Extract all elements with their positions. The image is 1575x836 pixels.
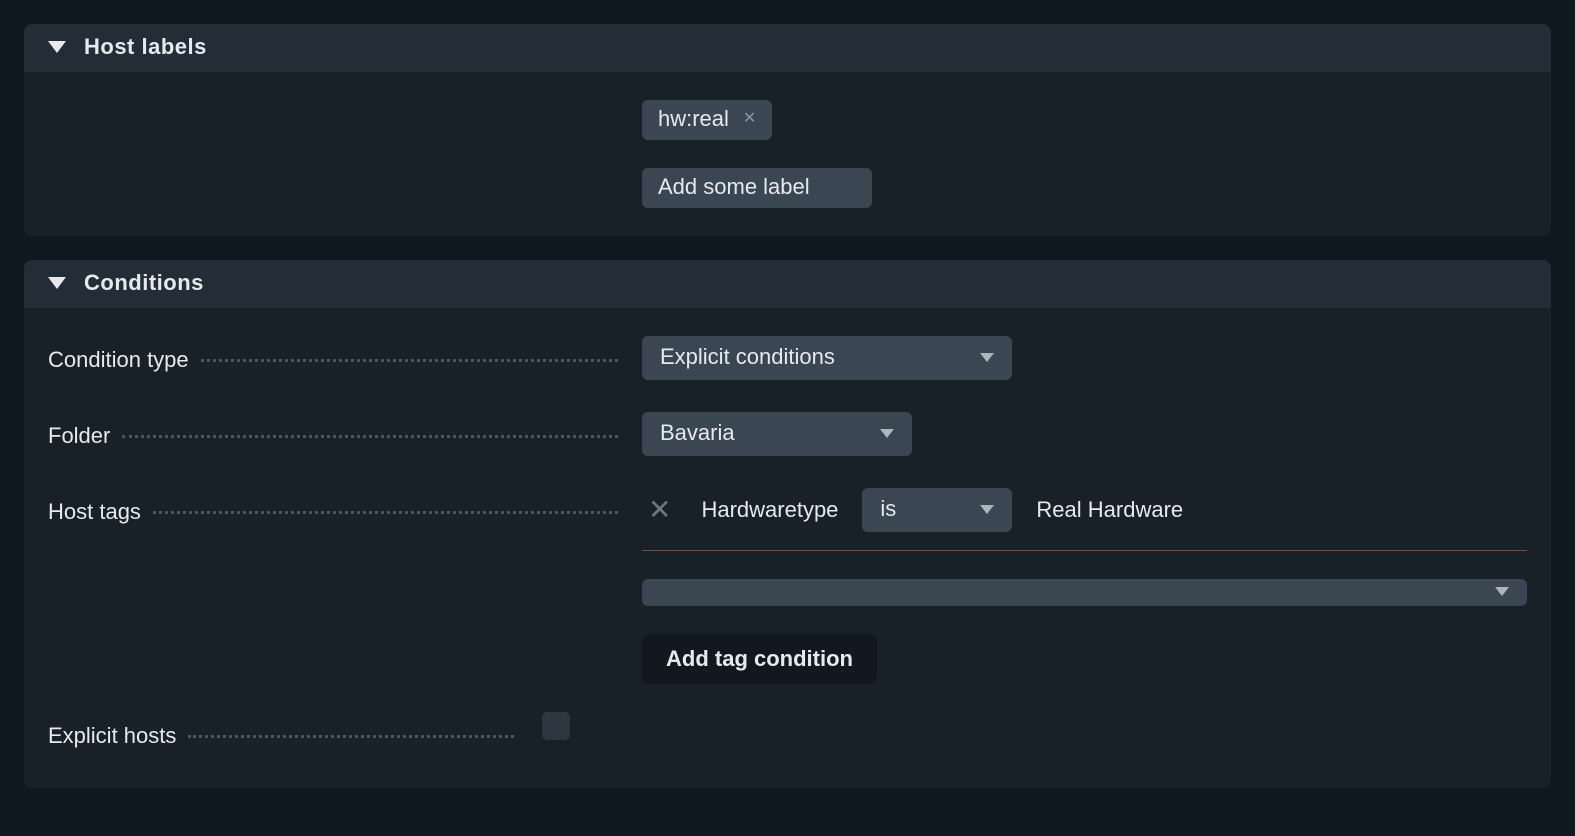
explicit-hosts-checkbox[interactable] (542, 712, 570, 740)
tag-condition-row: ✕ Hardwaretype is Real Hardware (642, 488, 1527, 551)
condition-type-label: Condition type (48, 347, 189, 373)
host-labels-title: Host labels (84, 34, 207, 60)
add-label-input[interactable]: Add some label (642, 168, 872, 208)
explicit-hosts-row: Explicit hosts (48, 712, 1527, 760)
host-label-chip-text: hw:real (658, 106, 729, 132)
host-labels-panel: Host labels hw:real ✕ Add some label (24, 24, 1551, 236)
tag-group-select[interactable] (642, 579, 1527, 606)
chevron-down-icon (880, 429, 894, 438)
folder-select[interactable]: Bavaria (642, 412, 912, 456)
explicit-hosts-label: Explicit hosts (48, 723, 176, 749)
chevron-down-icon (1495, 587, 1509, 596)
host-labels-header[interactable]: Host labels (24, 24, 1551, 72)
add-tag-condition-button[interactable]: Add tag condition (642, 634, 877, 684)
condition-type-value: Explicit conditions (660, 344, 835, 370)
add-label-placeholder: Add some label (658, 174, 810, 200)
conditions-body: Condition type Explicit conditions Folde… (24, 308, 1551, 788)
host-tags-row: Host tags ✕ Hardwaretype is Real Hardwar… (48, 488, 1527, 684)
host-label-chip[interactable]: hw:real ✕ (642, 100, 772, 140)
tag-value-text: Real Hardware (1036, 497, 1183, 523)
folder-value: Bavaria (660, 420, 735, 446)
chevron-down-icon (980, 505, 994, 514)
host-tags-label: Host tags (48, 499, 141, 525)
tag-operator-value: is (880, 496, 896, 522)
host-labels-body: hw:real ✕ Add some label (24, 72, 1551, 236)
tag-group-text: Hardwaretype (701, 497, 838, 523)
caret-down-icon (48, 41, 66, 53)
chevron-down-icon (980, 353, 994, 362)
condition-type-select[interactable]: Explicit conditions (642, 336, 1012, 380)
remove-tag-condition-icon[interactable]: ✕ (642, 496, 677, 524)
conditions-header[interactable]: Conditions (24, 260, 1551, 308)
folder-row: Folder Bavaria (48, 412, 1527, 460)
tag-operator-select[interactable]: is (862, 488, 1012, 532)
conditions-title: Conditions (84, 270, 204, 296)
condition-type-row: Condition type Explicit conditions (48, 336, 1527, 384)
folder-label: Folder (48, 423, 110, 449)
conditions-panel: Conditions Condition type Explicit condi… (24, 260, 1551, 788)
caret-down-icon (48, 277, 66, 289)
close-icon[interactable]: ✕ (743, 111, 756, 127)
add-tag-condition-label: Add tag condition (666, 646, 853, 671)
